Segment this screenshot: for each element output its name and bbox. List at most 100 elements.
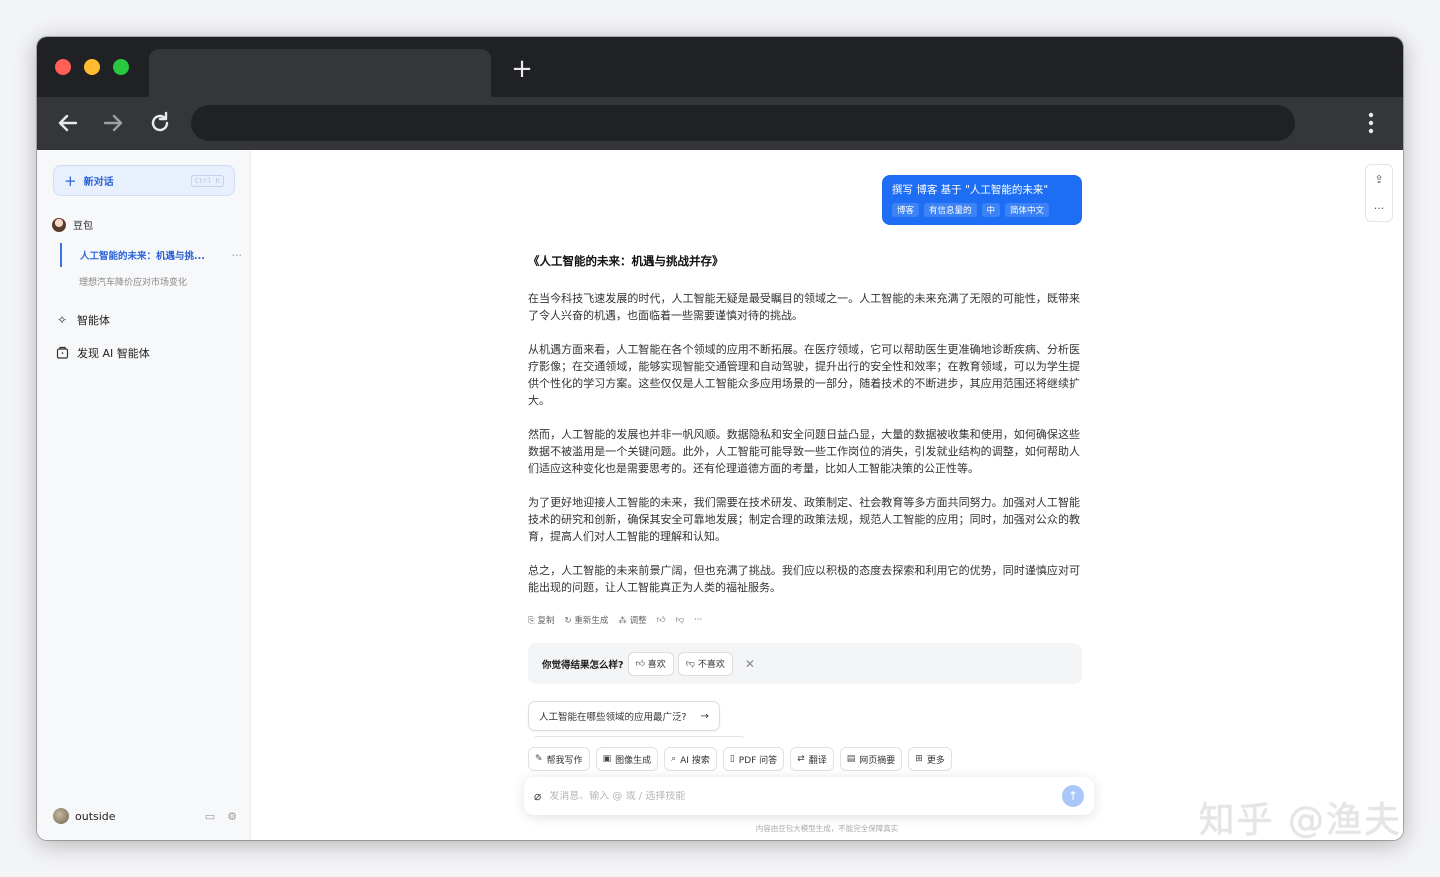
address-bar[interactable]	[191, 105, 1295, 141]
browser-toolbar	[37, 97, 1403, 150]
skill-summary[interactable]: ▤ 网页摘要	[839, 747, 903, 771]
suggestion-stack-edge	[533, 736, 745, 740]
user-message-text: 撰写 博客 基于 "人工智能的未来"	[892, 184, 1049, 196]
reload-icon[interactable]	[146, 109, 174, 137]
sparkle-icon: ✧	[56, 313, 68, 327]
suggested-question-text: 人工智能在哪些领域的应用最广泛?	[539, 712, 687, 723]
send-button[interactable]: ↑	[1062, 785, 1084, 807]
bot-avatar	[52, 217, 66, 232]
refresh-icon: ↻	[564, 616, 572, 626]
message-input[interactable]	[549, 790, 1062, 802]
maximize-window-button[interactable]	[113, 59, 129, 75]
skill-writing[interactable]: ✎ 帮我写作	[528, 747, 590, 771]
article-title: 《人工智能的未来：机遇与挑战并存》	[528, 254, 724, 268]
chip: 有信息量的	[924, 203, 977, 217]
skill-label: 帮我写作	[546, 755, 583, 766]
feedback-question: 你觉得结果怎么样?	[542, 659, 624, 671]
chip: 简体中文	[1005, 203, 1050, 217]
skill-translate[interactable]: ⇄ 翻译	[790, 747, 834, 771]
skill-label: 图像生成	[615, 755, 652, 766]
skill-label: AI 搜索	[680, 755, 710, 766]
floating-toolbar: ⇪ ···	[1365, 164, 1393, 222]
dislike-button[interactable]: 👎︎ 不喜欢	[677, 651, 733, 676]
chip: 博客	[892, 203, 920, 217]
more-icon[interactable]: ···	[232, 249, 243, 262]
page-icon: ▤	[846, 754, 856, 764]
sidebar-item-label: 智能体	[77, 314, 110, 327]
regenerate-label: 重新生成	[574, 616, 609, 626]
article-paragraph: 总之，人工智能的未来前景广阔，但也充满了挑战。我们应以积极的态度去探索和利用它的…	[528, 564, 1080, 594]
new-chat-button[interactable]: + 新对话 Ctrl K	[53, 165, 235, 196]
browser-tab-strip: +	[37, 37, 1403, 97]
conversation-title: 人工智能的未来：机遇与挑...	[80, 251, 205, 262]
minimize-window-button[interactable]	[84, 59, 100, 75]
skill-more[interactable]: ⊞ 更多	[908, 747, 952, 771]
forward-arrow-icon[interactable]	[99, 109, 127, 137]
message-chips: 博客 有信息量的 中 简体中文	[892, 203, 1072, 217]
article-paragraph: 从机遇方面来看，人工智能在各个领域的应用不断拓展。在医疗领域，它可以帮助医生更准…	[528, 343, 1080, 407]
browser-menu-icon[interactable]	[1357, 109, 1385, 137]
new-chat-label: 新对话	[83, 177, 114, 188]
browser-tab[interactable]	[149, 49, 491, 97]
like-button[interactable]: 👍︎ 喜欢	[627, 651, 674, 676]
shortcut-hint: Ctrl K	[190, 174, 224, 187]
sidebar-item-label: 发现 AI 智能体	[77, 347, 150, 360]
plus-icon: +	[64, 171, 77, 190]
notification-icon[interactable]: ▭	[205, 810, 215, 823]
grid-icon: ⊞	[915, 754, 923, 764]
copy-label: 复制	[537, 616, 555, 626]
thumbs-down-icon: 👎︎	[685, 658, 698, 669]
copy-icon: ⎘	[528, 616, 535, 626]
close-icon[interactable]: ✕	[745, 657, 755, 671]
close-window-button[interactable]	[55, 59, 71, 75]
adjust-icon: ⁂	[618, 616, 627, 626]
book-icon: ▯	[729, 754, 735, 764]
more-options-icon[interactable]: ···	[1366, 194, 1392, 223]
attachment-icon[interactable]: ⌀	[534, 789, 541, 803]
gear-icon[interactable]: ⚙	[227, 810, 237, 823]
adjust-label: 调整	[629, 616, 647, 626]
watermark: 知乎 @渔夫	[1198, 800, 1402, 841]
browser-window: + + 新对话 Ctrl K 豆包 人工智能的未来：机遇与挑... ··· 理想…	[37, 37, 1403, 840]
regenerate-button[interactable]: ↻ 重新生成	[565, 614, 609, 626]
bot-name: 豆包	[73, 221, 93, 232]
search-icon: ⌕	[671, 754, 677, 764]
feedback-panel: 你觉得结果怎么样? 👍︎ 喜欢 👎︎ 不喜欢 ✕	[528, 643, 1082, 684]
translate-icon: ⇄	[797, 754, 805, 764]
thumbs-down-icon[interactable]: 👎︎	[675, 615, 684, 625]
more-icon[interactable]: ···	[694, 615, 702, 625]
skill-label: PDF 问答	[738, 755, 778, 766]
article-paragraph: 在当今科技飞速发展的时代，人工智能无疑是最受瞩目的领域之一。人工智能的未来充满了…	[528, 292, 1080, 322]
skill-label: 网页摘要	[859, 755, 896, 766]
doubao-app: + 新对话 Ctrl K 豆包 人工智能的未来：机遇与挑... ··· 理想汽车…	[37, 150, 1403, 840]
bot-entry[interactable]: 豆包	[52, 217, 93, 232]
dislike-label: 不喜欢	[697, 660, 725, 670]
message-actions: ⎘ 复制 ↻ 重新生成 ⁂ 调整 👍︎ 👎︎ ···	[528, 614, 702, 626]
new-tab-icon[interactable]: +	[509, 56, 535, 82]
share-icon[interactable]: ⇪	[1366, 165, 1392, 194]
image-icon: ▣	[602, 754, 612, 764]
article-paragraph: 为了更好地迎接人工智能的未来，我们需要在技术研发、政策制定、社会教育等多方面共同…	[528, 496, 1080, 543]
like-label: 喜欢	[647, 660, 666, 670]
thumbs-up-icon[interactable]: 👍︎	[657, 615, 666, 625]
skill-pdf[interactable]: ▯ PDF 问答	[722, 747, 785, 771]
conversation-list: 人工智能的未来：机遇与挑... ···	[60, 243, 242, 267]
adjust-button[interactable]: ⁂ 调整	[618, 614, 646, 626]
sidebar-item-discover[interactable]: 发现 AI 智能体	[55, 345, 150, 361]
skill-search[interactable]: ⌕ AI 搜索	[664, 747, 717, 771]
back-arrow-icon[interactable]	[54, 109, 82, 137]
sidebar-item-agents[interactable]: ✧ 智能体	[55, 312, 110, 328]
user-message-bubble: 撰写 博客 基于 "人工智能的未来" 博客 有信息量的 中 简体中文	[882, 175, 1082, 225]
conversation-item[interactable]: 理想汽车降价应对市场变化	[79, 275, 187, 288]
skill-label: 更多	[926, 755, 945, 766]
user-name: outside	[75, 809, 116, 823]
skill-label: 翻译	[808, 755, 827, 766]
user-profile[interactable]: outside ▭ ⚙	[53, 808, 237, 824]
conversation-item-active[interactable]: 人工智能的未来：机遇与挑... ···	[62, 243, 242, 267]
suggested-question[interactable]: 人工智能在哪些领域的应用最广泛? →	[528, 701, 720, 731]
sidebar: + 新对话 Ctrl K 豆包 人工智能的未来：机遇与挑... ··· 理想汽车…	[37, 150, 251, 840]
arrow-right-icon: →	[700, 710, 709, 722]
pen-icon: ✎	[535, 754, 543, 764]
skill-image[interactable]: ▣ 图像生成	[595, 747, 659, 771]
copy-button[interactable]: ⎘ 复制	[528, 614, 555, 626]
